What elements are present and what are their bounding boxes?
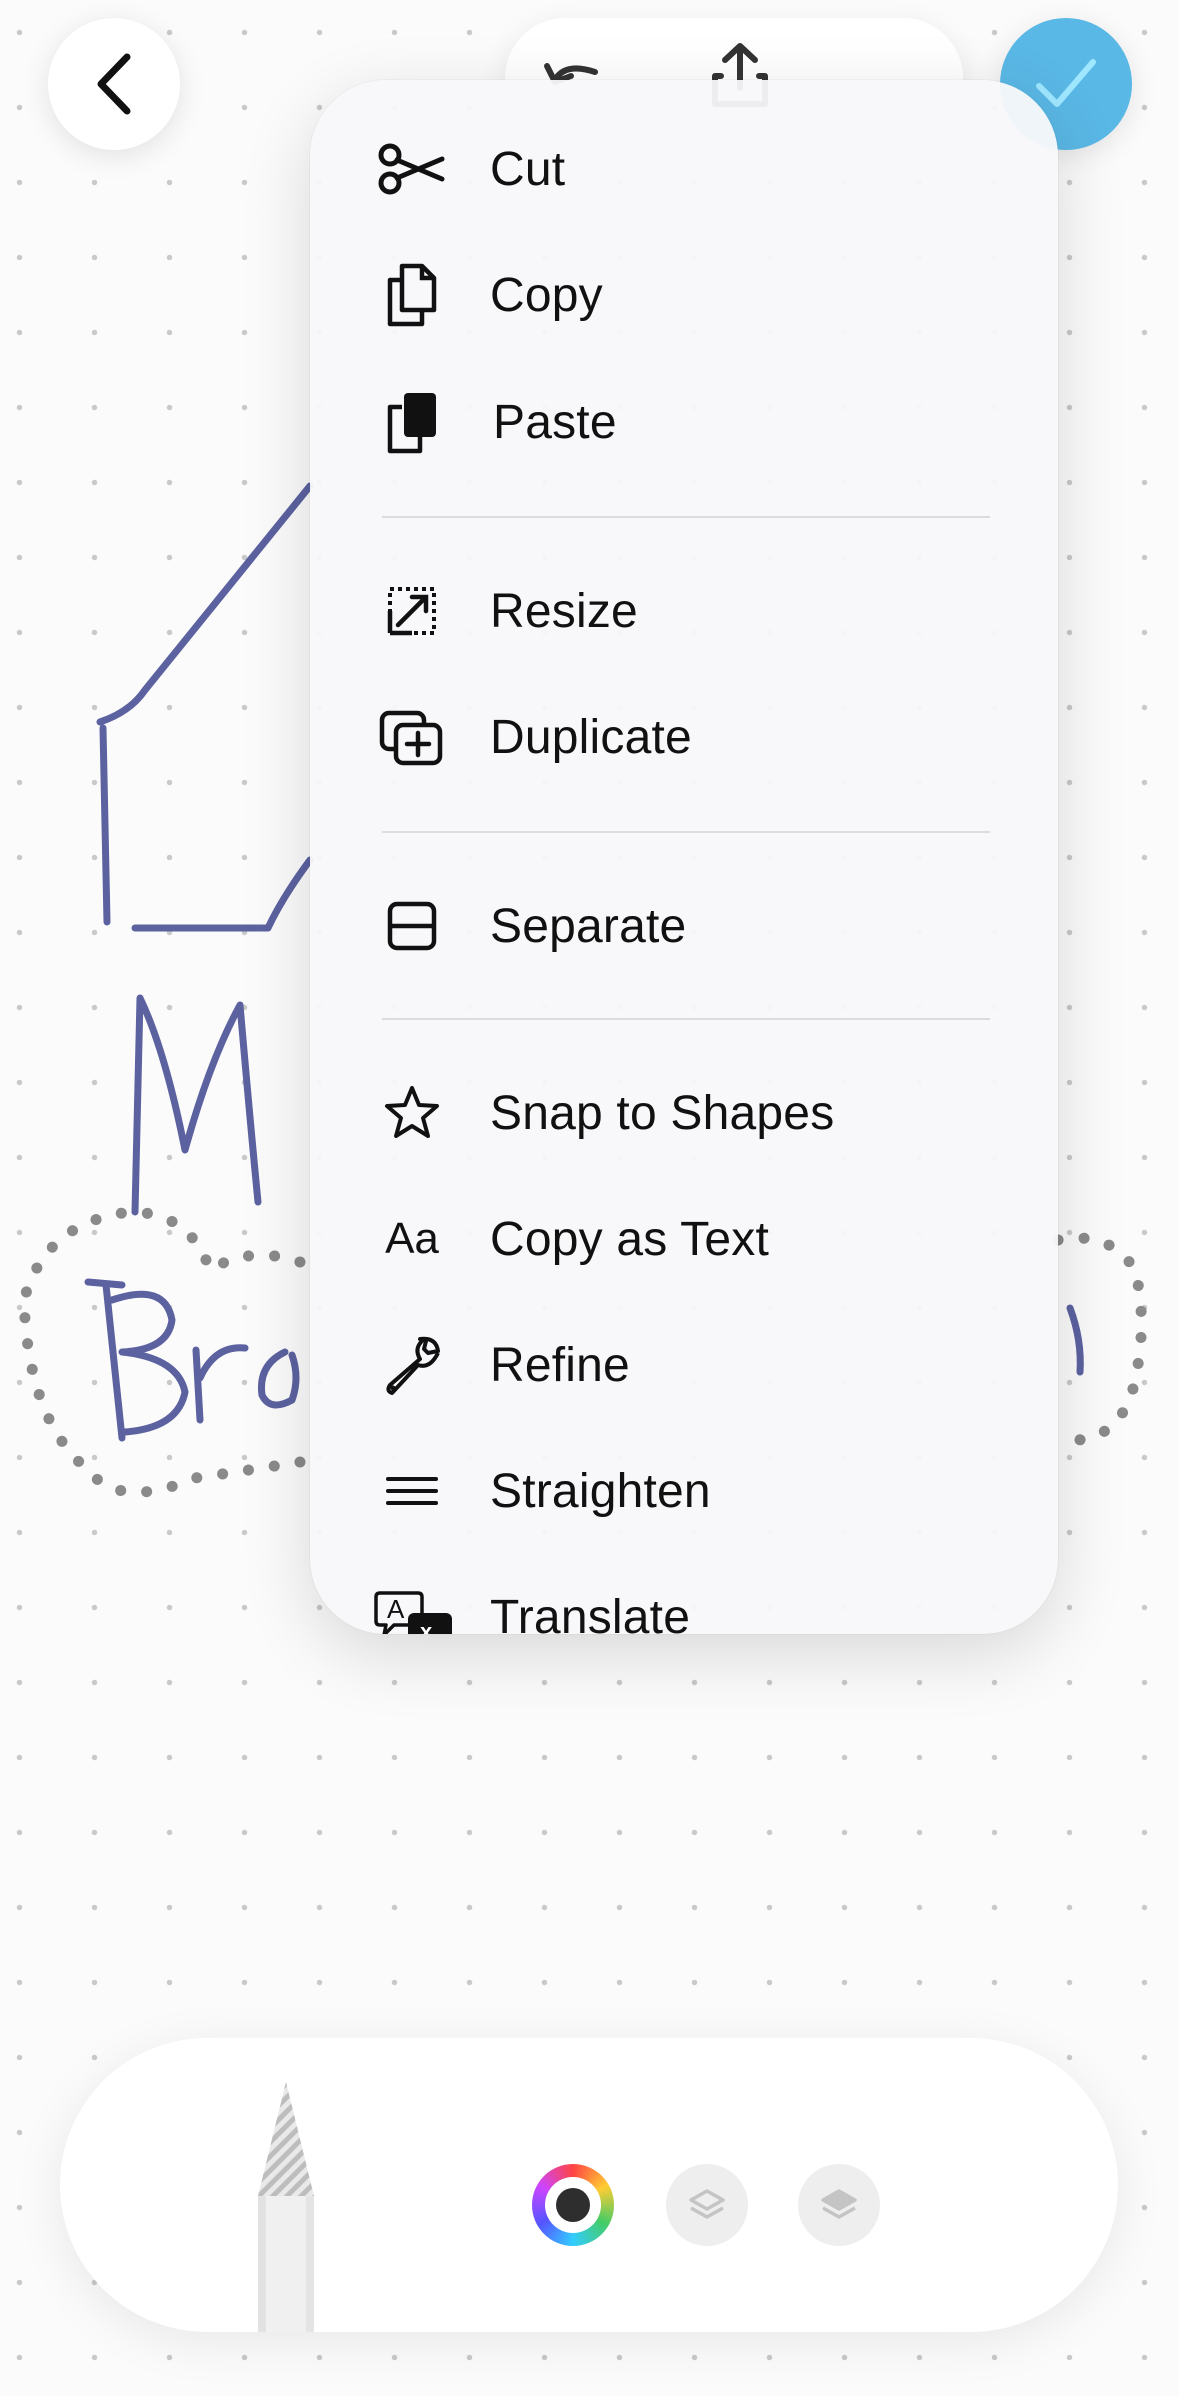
menu-item-separate[interactable]: Separate xyxy=(310,871,1058,981)
lines-icon xyxy=(376,1455,448,1527)
letter-m-stroke xyxy=(131,994,262,1216)
scissors-icon xyxy=(376,133,448,205)
menu-label: Straighten xyxy=(490,1464,711,1518)
menu-label: Translate xyxy=(490,1590,691,1635)
menu-label: Refine xyxy=(490,1338,630,1392)
svg-text:A: A xyxy=(387,1594,405,1624)
menu-label: Resize xyxy=(490,584,638,638)
menu-label: Paste xyxy=(493,395,617,449)
checkmark-icon xyxy=(1036,59,1096,107)
copy-icon xyxy=(376,259,448,331)
menu-item-straighten[interactable]: Straighten xyxy=(310,1436,1058,1546)
layers-icon[interactable] xyxy=(798,2164,880,2246)
letter-b-stroke xyxy=(84,1278,189,1442)
trailing-ink-stroke xyxy=(1066,1304,1084,1376)
menu-item-translate[interactable]: A x Translate xyxy=(310,1562,1058,1634)
letter-o-stroke xyxy=(257,1348,300,1409)
separate-icon xyxy=(376,890,448,962)
menu-item-cut[interactable]: Cut xyxy=(310,114,1058,224)
menu-label: Copy as Text xyxy=(490,1212,769,1266)
back-button[interactable] xyxy=(48,18,180,150)
menu-label: Duplicate xyxy=(490,710,692,764)
menu-item-snap-to-shapes[interactable]: Snap to Shapes xyxy=(310,1058,1058,1168)
menu-item-paste[interactable]: Paste xyxy=(310,367,1058,477)
duplicate-icon xyxy=(376,701,448,773)
menu-item-refine[interactable]: Refine xyxy=(310,1310,1058,1420)
lasso-selection xyxy=(18,1206,306,1498)
resize-icon xyxy=(376,575,448,647)
menu-label: Snap to Shapes xyxy=(490,1086,835,1140)
layers-icon[interactable] xyxy=(666,2164,748,2246)
menu-separator xyxy=(382,1018,990,1020)
menu-item-copy[interactable]: Copy xyxy=(310,240,1058,350)
color-wheel-icon[interactable] xyxy=(532,2164,614,2246)
menu-item-copy-as-text[interactable]: Aa Copy as Text xyxy=(310,1184,1058,1294)
menu-label: Separate xyxy=(490,899,687,953)
house-roof-stroke xyxy=(96,482,314,726)
letter-r-stroke xyxy=(192,1344,249,1424)
menu-item-duplicate[interactable]: Duplicate xyxy=(310,682,1058,792)
menu-separator xyxy=(382,516,990,518)
menu-separator xyxy=(382,831,990,833)
svg-text:x: x xyxy=(420,1619,433,1634)
paste-icon xyxy=(376,386,448,458)
pencil-icon[interactable] xyxy=(246,2078,326,2332)
chevron-left-icon xyxy=(97,53,131,115)
house-left-wall-stroke xyxy=(99,724,111,926)
star-icon xyxy=(376,1077,448,1149)
menu-label: Cut xyxy=(490,142,566,196)
menu-item-resize[interactable]: Resize xyxy=(310,556,1058,666)
translate-icon: A x xyxy=(374,1581,458,1634)
wrench-icon xyxy=(376,1329,448,1401)
aa-icon: Aa xyxy=(385,1214,439,1263)
menu-label: Copy xyxy=(490,268,603,322)
context-menu: Cut Copy Paste Resize Duplicate Separate… xyxy=(310,80,1058,1634)
lasso-selection-right xyxy=(1052,1232,1147,1446)
bottom-toolbar xyxy=(60,2038,1118,2332)
house-floor-stroke xyxy=(131,856,314,932)
